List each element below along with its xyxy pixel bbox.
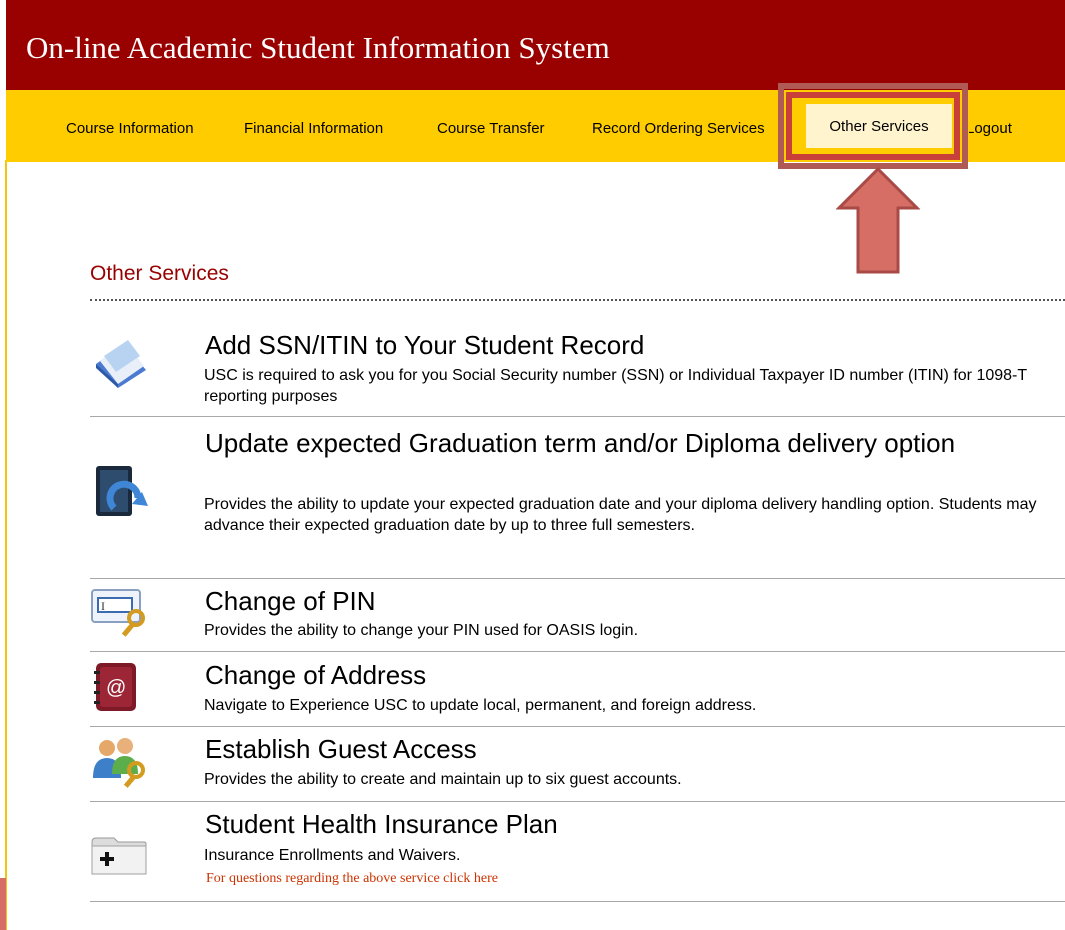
service-title-address[interactable]: Change of Address xyxy=(205,660,426,691)
section-title: Other Services xyxy=(90,262,229,285)
page-left-marker xyxy=(0,878,6,930)
document-icon[interactable] xyxy=(90,334,150,390)
pin-key-icon[interactable]: I xyxy=(90,586,150,642)
service-desc-guest: Provides the ability to create and maint… xyxy=(204,771,682,788)
nav-record-ordering-services[interactable]: Record Ordering Services xyxy=(592,120,784,137)
add-folder-icon[interactable] xyxy=(90,826,150,882)
item-divider xyxy=(90,416,1065,417)
address-book-icon[interactable]: @ xyxy=(90,661,150,717)
svg-text:I: I xyxy=(101,599,105,613)
item-divider xyxy=(90,801,1065,802)
nav-course-information[interactable]: Course Information xyxy=(66,120,194,137)
guest-users-icon[interactable] xyxy=(90,734,150,790)
service-title-guest[interactable]: Establish Guest Access xyxy=(205,734,477,765)
service-title-pin[interactable]: Change of PIN xyxy=(205,586,376,617)
service-desc-address: Navigate to Experience USC to update loc… xyxy=(204,697,757,714)
section-divider xyxy=(90,299,1065,301)
annotation-up-arrow xyxy=(836,166,920,274)
item-divider xyxy=(90,726,1065,727)
service-desc-health-insurance: Insurance Enrollments and Waivers. xyxy=(204,847,461,864)
service-desc-graduation: Provides the ability to update your expe… xyxy=(204,496,1037,534)
app-header: On-line Academic Student Information Sys… xyxy=(6,0,1065,90)
nav-other-services[interactable]: Other Services xyxy=(806,104,952,148)
service-desc-ssn: USC is required to ask you for you Socia… xyxy=(204,367,1027,405)
update-icon[interactable] xyxy=(90,464,150,520)
nav-logout-label: Logout xyxy=(969,120,1012,137)
nav-financial-information[interactable]: Financial Information xyxy=(244,120,383,137)
service-title-health-insurance[interactable]: Student Health Insurance Plan xyxy=(205,809,558,840)
svg-text:@: @ xyxy=(106,677,126,699)
nav-logout[interactable]: Logout xyxy=(969,120,1012,137)
health-insurance-questions-link[interactable]: For questions regarding the above servic… xyxy=(206,871,498,887)
app-title: On-line Academic Student Information Sys… xyxy=(26,30,610,65)
item-divider xyxy=(90,651,1065,652)
service-desc-pin: Provides the ability to change your PIN … xyxy=(204,622,639,639)
nav-other-services-label: Other Services xyxy=(829,117,929,135)
item-divider xyxy=(90,578,1065,579)
nav-course-transfer[interactable]: Course Transfer xyxy=(437,120,545,137)
service-title-graduation[interactable]: Update expected Graduation term and/or D… xyxy=(205,428,1055,459)
service-title-ssn[interactable]: Add SSN/ITIN to Your Student Record xyxy=(205,330,644,361)
page-left-border xyxy=(5,160,7,930)
item-divider xyxy=(90,901,1065,902)
